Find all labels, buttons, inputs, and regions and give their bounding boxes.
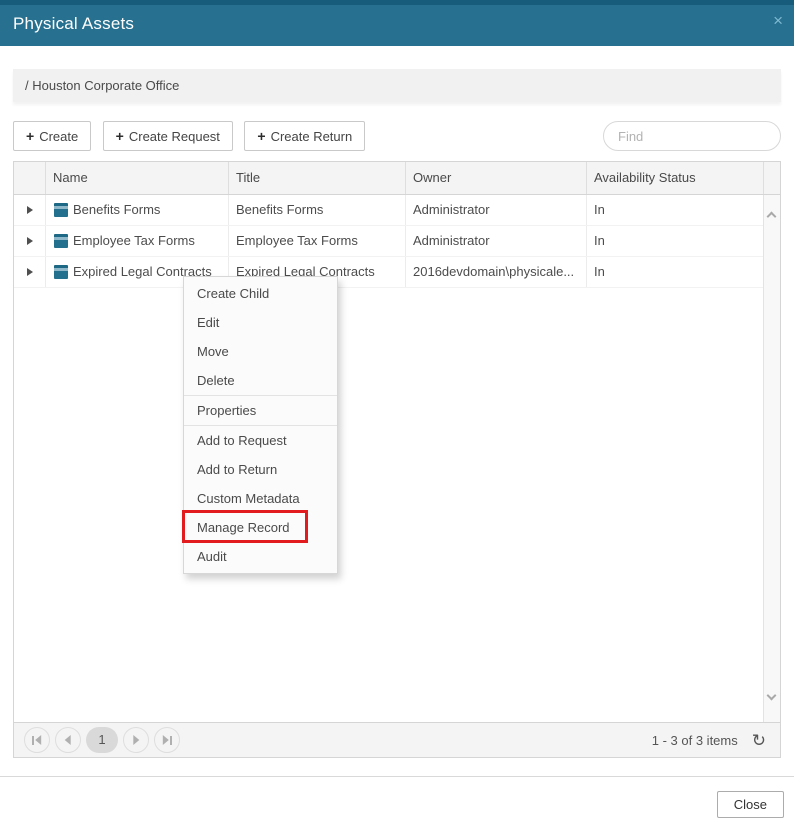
menu-item-manage-record[interactable]: Manage Record [184,513,337,542]
dialog-title: Physical Assets [13,14,134,34]
menu-item-create-child[interactable]: Create Child [184,279,337,308]
asset-box-icon [54,234,68,248]
table-row[interactable]: Expired Legal Contracts Expired Legal Co… [14,257,780,288]
expander-column-header [14,162,45,194]
cell-owner: 2016devdomain\physicale... [413,257,574,287]
first-page-icon [32,736,34,745]
current-page-indicator[interactable]: 1 [86,727,118,753]
menu-item-move[interactable]: Move [184,337,337,366]
scroll-down-icon[interactable] [767,691,777,701]
row-expand-icon[interactable] [27,268,33,276]
create-request-button[interactable]: +Create Request [103,121,233,151]
last-page-button[interactable] [154,727,180,753]
breadcrumb: / Houston Corporate Office [13,69,781,102]
cell-name: Employee Tax Forms [73,226,195,256]
table-row[interactable]: Benefits Forms Benefits Forms Administra… [14,195,780,226]
column-header-owner[interactable]: Owner [405,162,586,194]
menu-item-delete[interactable]: Delete [184,366,337,395]
cell-name: Benefits Forms [73,195,160,225]
menu-item-custom-metadata[interactable]: Custom Metadata [184,484,337,513]
menu-item-properties[interactable]: Properties [184,396,337,425]
context-menu: Create Child Edit Move Delete Properties… [183,276,338,574]
menu-item-edit[interactable]: Edit [184,308,337,337]
assets-grid: Name Title Owner Availability Status Ben… [13,161,781,758]
table-row[interactable]: Employee Tax Forms Employee Tax Forms Ad… [14,226,780,257]
toolbar: +Create +Create Request +Create Return [13,121,781,151]
grid-pager: 1 1 - 3 of 3 items ↻ [14,722,780,757]
create-return-button[interactable]: +Create Return [244,121,365,151]
cell-title: Employee Tax Forms [236,226,358,256]
breadcrumb-path[interactable]: / Houston Corporate Office [25,78,179,93]
asset-box-icon [54,203,68,217]
grid-header-row: Name Title Owner Availability Status [14,162,780,195]
header-scrollbar-spacer [763,162,780,194]
previous-page-button[interactable] [55,727,81,753]
scroll-up-icon[interactable] [767,212,777,222]
cell-availability: In [594,257,605,287]
plus-icon: + [26,128,34,144]
next-page-icon [133,735,139,745]
next-page-button[interactable] [123,727,149,753]
create-button[interactable]: +Create [13,121,91,151]
plus-icon: + [257,128,265,144]
first-page-button[interactable] [24,727,50,753]
refresh-icon[interactable]: ↻ [752,732,766,749]
close-icon[interactable]: × [773,11,783,31]
physical-assets-dialog: Physical Assets × / Houston Corporate Of… [0,0,794,832]
dialog-titlebar: Physical Assets × [0,0,794,46]
vertical-scrollbar[interactable] [763,195,780,723]
close-button[interactable]: Close [717,791,784,818]
find-input[interactable] [603,121,781,151]
column-header-title[interactable]: Title [228,162,405,194]
asset-box-icon [54,265,68,279]
plus-icon: + [116,128,124,144]
last-page-icon [170,736,172,745]
cell-owner: Administrator [413,195,490,225]
menu-item-audit[interactable]: Audit [184,542,337,571]
column-header-availability[interactable]: Availability Status [586,162,763,194]
menu-item-add-to-return[interactable]: Add to Return [184,455,337,484]
cell-title: Benefits Forms [236,195,323,225]
previous-page-icon [65,735,71,745]
grid-body: Benefits Forms Benefits Forms Administra… [14,195,780,723]
cell-owner: Administrator [413,226,490,256]
row-expand-icon[interactable] [27,206,33,214]
cell-availability: In [594,226,605,256]
dialog-footer: Close [0,776,794,832]
row-expand-icon[interactable] [27,237,33,245]
pager-summary: 1 - 3 of 3 items [652,733,738,748]
column-header-name[interactable]: Name [45,162,228,194]
menu-item-add-to-request[interactable]: Add to Request [184,426,337,455]
cell-availability: In [594,195,605,225]
